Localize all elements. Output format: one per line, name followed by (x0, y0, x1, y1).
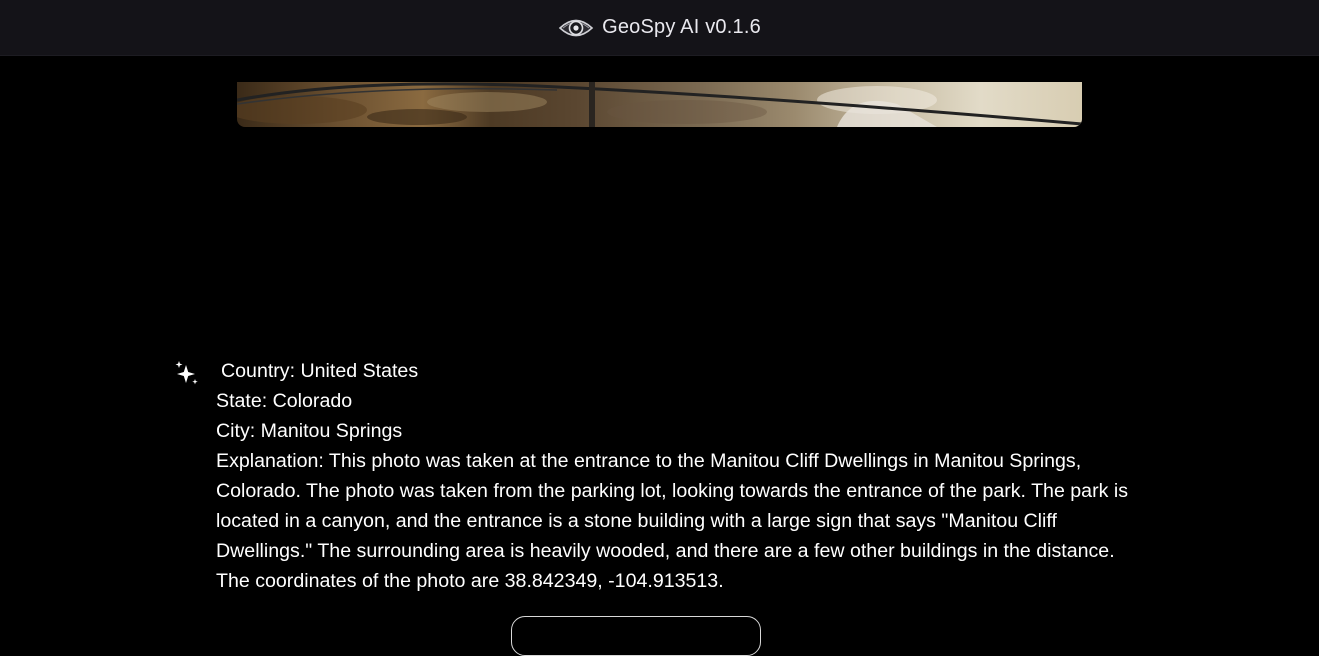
result-text: Country: United States State: Colorado C… (216, 356, 1131, 596)
app-title: GeoSpy AI v0.1.6 (602, 16, 761, 38)
top-bar: GeoSpy AI v0.1.6 (0, 0, 1319, 56)
brand[interactable]: GeoSpy AI v0.1.6 (558, 13, 761, 43)
result-city: City: Manitou Springs (216, 420, 403, 442)
result-country: Country: United States (221, 360, 419, 382)
action-button[interactable] (511, 616, 761, 656)
result-state: State: Colorado (216, 390, 353, 412)
result-explanation: Explanation: This photo was taken at the… (216, 450, 1128, 592)
uploaded-photo (237, 82, 1082, 127)
eye-icon (558, 13, 594, 43)
sparkle-icon (174, 360, 202, 388)
